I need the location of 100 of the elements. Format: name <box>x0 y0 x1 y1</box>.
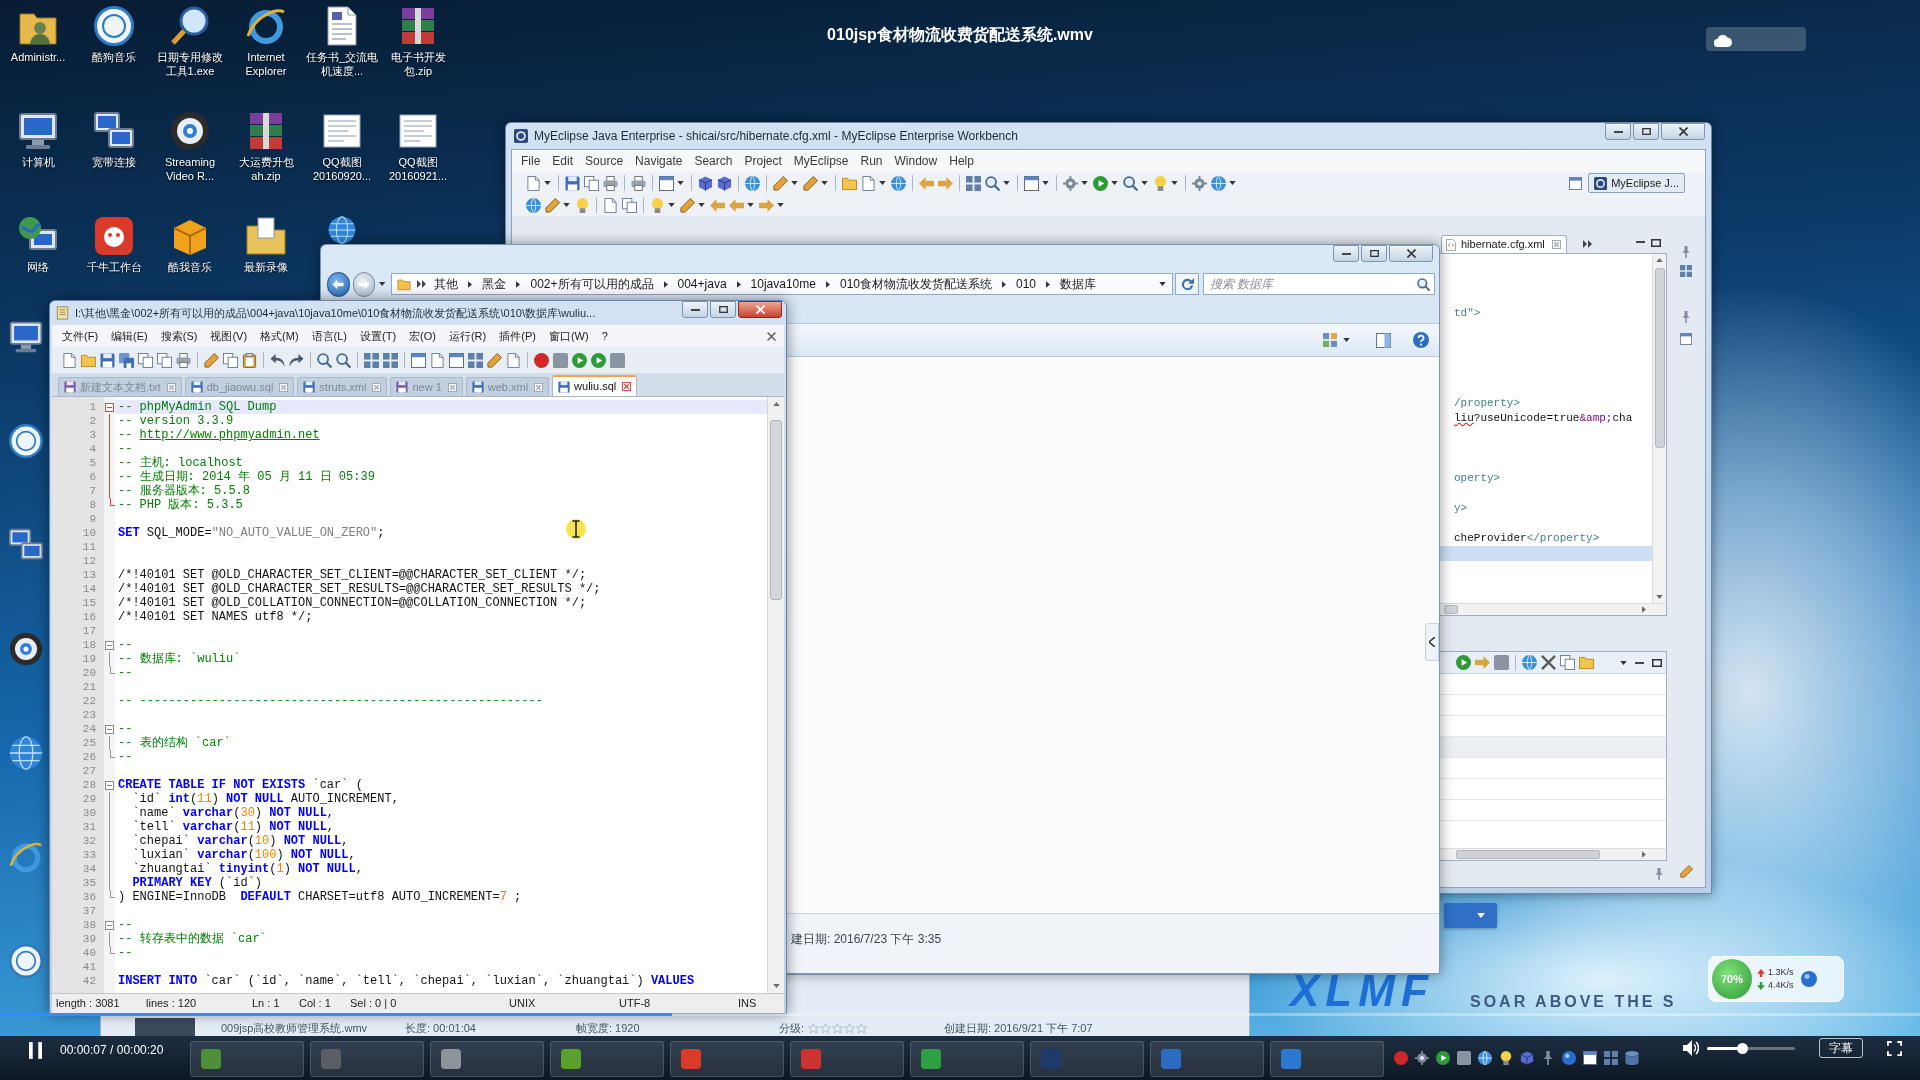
play-icon[interactable] <box>1436 1051 1450 1065</box>
page-icon[interactable] <box>861 175 876 191</box>
chevron-icon[interactable] <box>825 280 830 288</box>
menu-item[interactable]: Window <box>888 151 944 171</box>
printer-icon[interactable] <box>603 175 618 191</box>
seek-bar[interactable] <box>0 1013 1920 1016</box>
caret-icon[interactable] <box>1111 181 1118 185</box>
pencil-icon[interactable] <box>545 197 560 213</box>
pencil-icon[interactable] <box>773 175 788 191</box>
menu-item[interactable]: Edit <box>546 151 580 171</box>
back-button[interactable] <box>327 271 350 297</box>
address-bar[interactable]: 其他 黑金 002+所有可以用的成品 004+java 10java10me 010食材物流收发货配送系统 010 数据库 <box>391 273 1174 295</box>
dot-icon[interactable] <box>1394 1051 1408 1065</box>
page-icon[interactable] <box>62 352 77 368</box>
minimize-icon[interactable] <box>1635 661 1644 664</box>
chevron-icon[interactable] <box>1046 280 1050 288</box>
pin-icon[interactable] <box>1653 868 1665 880</box>
breadcrumb-item[interactable]: 10java10me <box>744 274 822 294</box>
menu-item[interactable]: 宏(O) <box>403 326 442 346</box>
star-icon[interactable] <box>856 1022 868 1034</box>
pin-icon[interactable] <box>1680 311 1692 323</box>
icon-label[interactable]: 最新录像 <box>229 260 303 274</box>
taskbar-button[interactable] <box>550 1041 664 1077</box>
cube-icon[interactable] <box>698 175 713 191</box>
fold-minus-icon[interactable] <box>105 725 114 734</box>
icon-label[interactable]: 电子书开发包.zip <box>381 50 455 78</box>
volume-thumb[interactable] <box>1737 1042 1749 1054</box>
tab[interactable]: wuliu.sql <box>552 375 638 396</box>
pause-icon[interactable] <box>29 1041 42 1059</box>
page-icon[interactable] <box>430 352 445 368</box>
menu-item[interactable]: 视图(V) <box>204 326 254 346</box>
chevron-icon[interactable] <box>1002 280 1006 288</box>
window-icon[interactable] <box>1583 1051 1597 1065</box>
grid-icon[interactable] <box>364 352 379 368</box>
ring-icon[interactable] <box>9 424 43 458</box>
globe-icon[interactable] <box>1478 1051 1492 1065</box>
icon-label[interactable]: 日期专用修改工具1.exe <box>153 50 227 78</box>
editor-tab[interactable]: hibernate.cfg.xml <box>1441 235 1567 253</box>
window-icon[interactable] <box>411 352 426 368</box>
refresh-button[interactable] <box>1175 273 1199 295</box>
monitor-icon[interactable] <box>9 320 43 354</box>
caret-icon[interactable] <box>1141 181 1148 185</box>
caret-icon[interactable] <box>1042 181 1049 185</box>
copy-icon[interactable] <box>223 352 238 368</box>
magnifier-icon[interactable] <box>170 6 210 46</box>
fold-minus-icon[interactable] <box>105 641 114 650</box>
grid-icon[interactable] <box>966 175 981 191</box>
square-icon[interactable] <box>610 352 625 368</box>
caret-icon[interactable] <box>1081 181 1088 185</box>
maximize-button[interactable] <box>1633 123 1659 140</box>
scrollbar-thumb[interactable] <box>1456 850 1600 859</box>
copy-icon[interactable] <box>157 352 172 368</box>
chevron-icon[interactable] <box>516 280 521 288</box>
fold-minus-icon[interactable] <box>105 403 114 412</box>
caret-icon[interactable] <box>879 181 886 185</box>
window-icon[interactable] <box>1569 176 1583 190</box>
globe-icon[interactable] <box>328 216 356 244</box>
pane-icon[interactable] <box>1376 332 1391 348</box>
taskbar-button[interactable] <box>1270 1041 1384 1077</box>
icon-label[interactable]: Internet Explorer <box>229 50 303 78</box>
window-icon[interactable] <box>659 175 674 191</box>
ring-icon[interactable] <box>94 6 134 46</box>
pin-icon[interactable] <box>1541 1051 1555 1065</box>
caret-icon[interactable] <box>1229 181 1236 185</box>
right-triangle-icon[interactable] <box>1642 606 1646 613</box>
window-icon[interactable] <box>449 352 464 368</box>
minimize-button[interactable] <box>682 301 708 318</box>
subtitle-button[interactable]: 字幕 <box>1819 1038 1863 1058</box>
monitors-icon[interactable] <box>94 111 134 151</box>
caret-icon[interactable] <box>379 282 386 286</box>
maximize-button[interactable] <box>1361 245 1387 262</box>
icon-label[interactable]: 宽带连接 <box>77 155 151 169</box>
breadcrumb-item[interactable]: 数据库 <box>1054 274 1102 294</box>
close-button[interactable] <box>1389 245 1433 262</box>
breadcrumb-item[interactable]: 黑金 <box>476 274 513 294</box>
pin-icon[interactable] <box>1680 246 1692 258</box>
scrollbar-thumb[interactable] <box>1444 605 1458 614</box>
help-icon[interactable] <box>1413 332 1429 348</box>
page-icon[interactable] <box>526 175 541 191</box>
caret-icon[interactable] <box>1159 282 1167 286</box>
down-triangle-icon[interactable] <box>1656 595 1663 599</box>
collapse-button[interactable] <box>1425 623 1439 661</box>
menu-item[interactable]: 编辑(E) <box>105 326 154 346</box>
globe-icon[interactable] <box>9 736 43 770</box>
ball-icon[interactable] <box>1800 971 1817 987</box>
maximize-icon[interactable] <box>1651 239 1661 247</box>
database-icon[interactable] <box>1625 1051 1639 1065</box>
window-icon[interactable] <box>1024 175 1039 191</box>
breadcrumb-item[interactable]: 010食材物流收发货配送系统 <box>833 274 998 294</box>
icon-label[interactable]: 任务书_交流电机速度... <box>305 50 379 78</box>
grid-icon[interactable] <box>383 352 398 368</box>
folder-icon[interactable] <box>246 216 286 256</box>
caret-icon[interactable] <box>544 181 551 185</box>
caret-icon[interactable] <box>1003 181 1010 185</box>
caret-icon[interactable] <box>777 203 784 207</box>
clipboard-icon[interactable] <box>242 352 257 368</box>
square-icon[interactable] <box>553 352 568 368</box>
gear-icon[interactable] <box>1415 1051 1429 1065</box>
menu-item[interactable]: 搜索(S) <box>154 326 204 346</box>
scrollbar[interactable] <box>767 397 784 993</box>
